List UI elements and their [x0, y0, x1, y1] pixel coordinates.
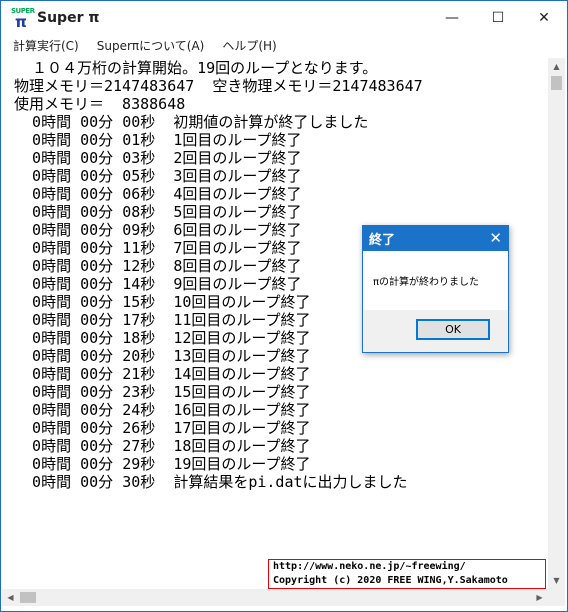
- dialog-message: πの計算が終わりました: [373, 276, 480, 288]
- maximize-button[interactable]: ☐: [475, 1, 521, 35]
- log-line: 0時間 00分 27秒 18回目のループ終了: [14, 437, 311, 455]
- copyright-text: Copyright (c) 2020 FREE WING,Y.Sakamoto: [273, 575, 508, 586]
- menu-bar: 計算実行(C) Superπについて(A) ヘルプ(H): [1, 35, 567, 55]
- minimize-button[interactable]: —: [429, 1, 475, 35]
- log-line: １０４万桁の計算開始。19回のループとなります。: [14, 59, 378, 77]
- horizontal-scroll-thumb[interactable]: [20, 592, 36, 603]
- log-line: 0時間 00分 23秒 15回目のループ終了: [14, 383, 311, 401]
- finished-dialog: 終了 ✕ πの計算が終わりました OK: [362, 225, 509, 353]
- log-line: 0時間 00分 08秒 5回目のループ終了: [14, 203, 302, 221]
- horizontal-scrollbar[interactable]: ◀ ▶: [2, 589, 548, 606]
- menu-help[interactable]: ヘルプ(H): [216, 37, 282, 54]
- window-controls: — ☐ ✕: [429, 1, 567, 35]
- super-pi-app-icon: SUPER π: [11, 7, 35, 31]
- log-line: 0時間 00分 01秒 1回目のループ終了: [14, 131, 302, 149]
- log-line: 0時間 00分 26秒 17回目のループ終了: [14, 419, 311, 437]
- log-line: 0時間 00分 06秒 4回目のループ終了: [14, 185, 302, 203]
- app-icon-pi-text: π: [15, 13, 27, 31]
- scrollbar-corner: [548, 589, 565, 606]
- log-line: 0時間 00分 30秒 計算結果をpi.datに出力しました: [14, 473, 408, 491]
- close-button[interactable]: ✕: [521, 1, 567, 35]
- dialog-title: 終了: [369, 233, 396, 248]
- log-line: 0時間 00分 03秒 2回目のループ終了: [14, 149, 302, 167]
- window-title: Super π: [37, 10, 100, 26]
- vertical-scrollbar[interactable]: ▲ ▼: [548, 58, 565, 589]
- dialog-footer: OK: [363, 310, 508, 352]
- log-line: 0時間 00分 21秒 14回目のループ終了: [14, 365, 311, 383]
- title-bar[interactable]: SUPER π Super π — ☐ ✕: [1, 1, 567, 35]
- copyright-box: http://www.neko.ne.jp/~freewing/ Copyrig…: [268, 559, 546, 589]
- scroll-down-arrow-icon[interactable]: ▼: [548, 572, 565, 589]
- log-line: 物理メモリ＝2147483647 空き物理メモリ＝2147483647: [14, 77, 423, 95]
- log-line: 0時間 00分 05秒 3回目のループ終了: [14, 167, 302, 185]
- log-line: 0時間 00分 24秒 16回目のループ終了: [14, 401, 311, 419]
- vertical-scroll-thumb[interactable]: [551, 76, 562, 90]
- log-line: 使用メモリ＝ 8388648: [14, 95, 186, 113]
- copyright-url: http://www.neko.ne.jp/~freewing/: [273, 561, 466, 572]
- log-line: 0時間 00分 00秒 初期値の計算が終了しました: [14, 113, 369, 131]
- dialog-title-bar[interactable]: 終了 ✕: [363, 226, 508, 251]
- menu-calculate[interactable]: 計算実行(C): [7, 37, 85, 54]
- menu-about[interactable]: Superπについて(A): [91, 37, 211, 54]
- scroll-left-arrow-icon[interactable]: ◀: [2, 589, 19, 606]
- scroll-right-arrow-icon[interactable]: ▶: [531, 589, 548, 606]
- scroll-up-arrow-icon[interactable]: ▲: [548, 58, 565, 75]
- ok-button[interactable]: OK: [416, 319, 490, 340]
- dialog-close-icon[interactable]: ✕: [489, 229, 502, 247]
- log-line: 0時間 00分 29秒 19回目のループ終了: [14, 455, 311, 473]
